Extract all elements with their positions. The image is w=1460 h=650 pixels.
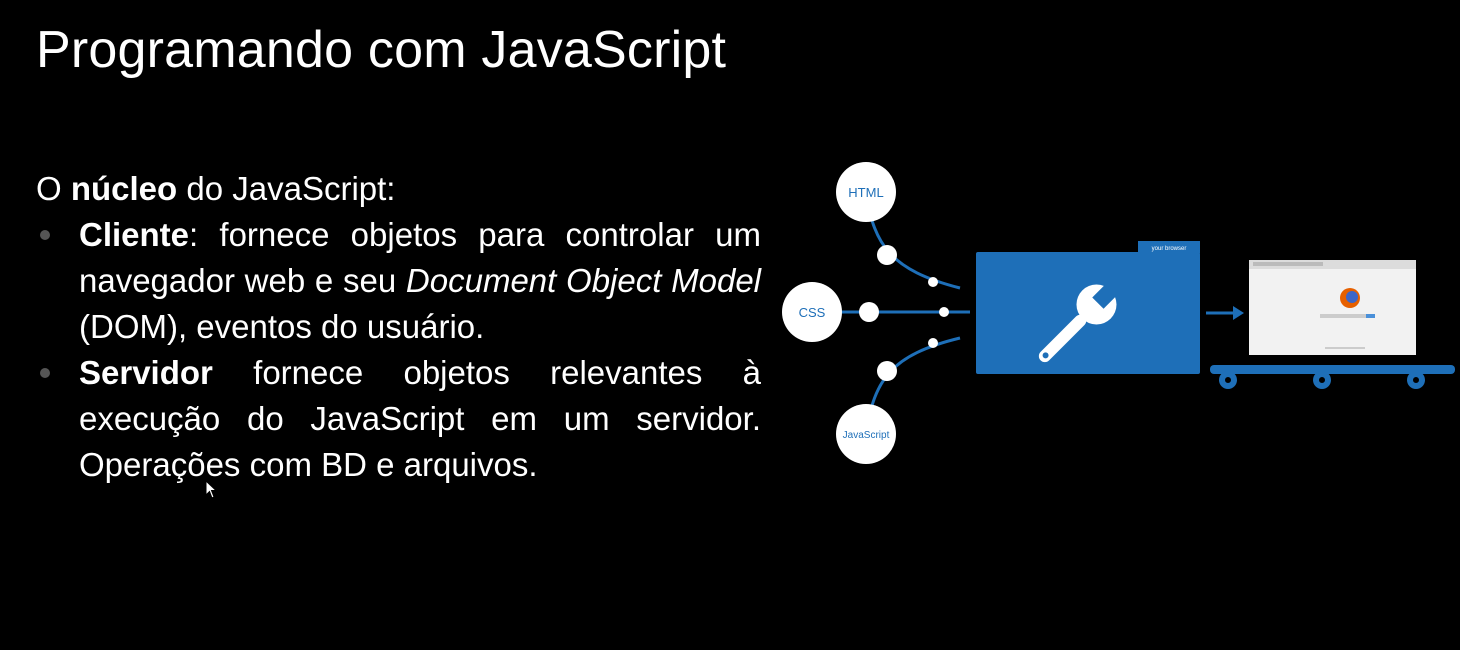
slide-content: O núcleo do JavaScript: Cliente: fornece… (36, 166, 761, 488)
intro-bold: núcleo (70, 170, 178, 207)
slide-title: Programando com JavaScript (36, 21, 727, 79)
bullet-cliente: Cliente: fornece objetos para controlar … (36, 212, 761, 350)
bullet-servidor-bold: Servidor (79, 354, 213, 391)
intro-suffix: do JavaScript: (177, 170, 396, 207)
browser-tab-label: your browser (1152, 246, 1187, 252)
browser-window-output (1249, 260, 1416, 355)
bullet-cliente-bold: Cliente (79, 216, 190, 253)
node-javascript-label: JavaScript (843, 430, 890, 441)
node-javascript: JavaScript (836, 404, 896, 464)
node-html-label: HTML (848, 185, 883, 200)
mouse-cursor-icon (205, 480, 218, 499)
browser-box: your browser (976, 241, 1200, 374)
conveyor-belt (1210, 365, 1455, 389)
arrow-right-icon (1206, 306, 1244, 320)
intro-prefix: O (36, 170, 71, 207)
node-css-label: CSS (799, 305, 826, 320)
browser-pipeline-diagram: HTML CSS JavaScript your browser (782, 162, 1455, 464)
bullet-cliente-text-end: (DOM), eventos do usuário. (79, 308, 485, 345)
bullet-list: Cliente: fornece objetos para controlar … (36, 212, 761, 488)
node-css: CSS (782, 282, 842, 342)
node-html: HTML (836, 162, 896, 222)
firefox-icon (1340, 288, 1360, 308)
intro-line: O núcleo do JavaScript: (36, 166, 761, 212)
bullet-cliente-italic: Document Object Model (405, 262, 762, 299)
bullet-servidor: Servidor fornece objetos relevantes à ex… (36, 350, 761, 488)
